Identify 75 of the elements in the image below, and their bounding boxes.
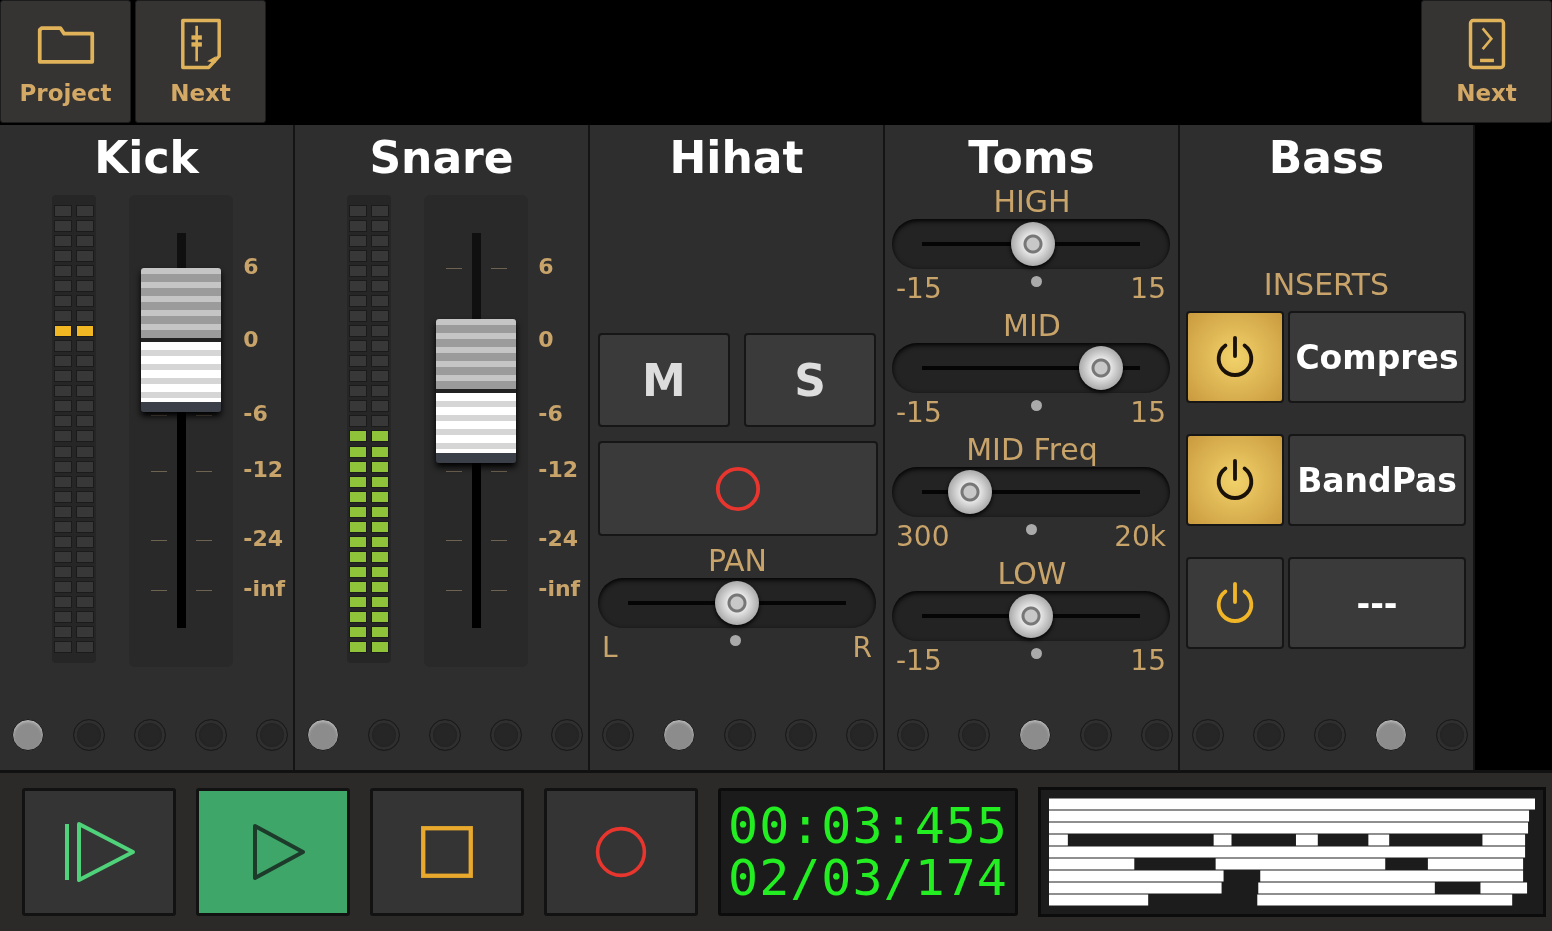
scale-label: -24	[538, 526, 578, 551]
circle-icon	[714, 464, 762, 513]
slider-knob[interactable]	[947, 470, 992, 514]
channel-name: Hihat	[668, 131, 805, 185]
eq-band-label: LOW	[996, 557, 1068, 591]
fader-knob[interactable]	[435, 319, 516, 463]
range-label: 15	[1130, 643, 1166, 677]
selector-dot[interactable]	[1019, 719, 1051, 751]
toolbar-button[interactable]: Next	[1421, 0, 1552, 123]
insert-effect-button[interactable]: ---	[1288, 557, 1466, 649]
record-icon	[594, 825, 648, 879]
scale-label: -12	[243, 457, 283, 482]
range-label: 20k	[1114, 519, 1166, 553]
mute-button[interactable]: M	[598, 333, 730, 427]
scale-label: -12	[538, 457, 578, 482]
solo-button[interactable]: S	[744, 333, 876, 427]
center-mark-icon	[1030, 647, 1042, 659]
scale-label: 0	[538, 327, 554, 352]
toolbar-button[interactable]: Next	[135, 0, 266, 123]
time-readout: 00:03:455	[728, 800, 1008, 852]
pan-slider[interactable]	[598, 578, 876, 628]
transport-button[interactable]	[22, 788, 176, 916]
power-toggle[interactable]	[1186, 434, 1284, 526]
scale-label: -inf	[243, 576, 286, 601]
selector-dot[interactable]	[12, 719, 44, 751]
insert-effect-button[interactable]: Compres	[1288, 311, 1466, 403]
range-label: -15	[896, 395, 942, 429]
range-label: -15	[896, 271, 942, 305]
slider-knob[interactable]	[1078, 346, 1123, 390]
channel-name: Bass	[1267, 131, 1386, 185]
scale-label: 0	[243, 327, 259, 352]
transport-button[interactable]	[544, 788, 698, 916]
eq-slider[interactable]	[892, 343, 1170, 393]
position-readout: 02/03/174	[728, 852, 1008, 904]
insert-effect-button[interactable]: BandPas	[1288, 434, 1466, 526]
eq-slider[interactable]	[892, 591, 1170, 641]
inserts-heading: INSERTS	[1262, 267, 1391, 304]
scale-label: 6	[243, 254, 259, 279]
range-label: 15	[1130, 271, 1166, 305]
slider-knob[interactable]	[715, 581, 759, 625]
fader-knob[interactable]	[140, 267, 221, 412]
slider-knob[interactable]	[1011, 222, 1056, 266]
eq-slider[interactable]	[892, 467, 1170, 517]
stop-icon	[420, 825, 474, 879]
eq-slider[interactable]	[892, 219, 1170, 269]
scale-label: -inf	[538, 576, 581, 601]
range-label: 300	[896, 519, 950, 553]
selector-dot[interactable]	[663, 719, 695, 751]
selector-dot[interactable]	[1375, 719, 1407, 751]
scale-label: -6	[243, 401, 268, 426]
channel-name: Kick	[93, 131, 201, 185]
channel-name: Snare	[368, 131, 515, 185]
toolbar-button[interactable]: Project	[0, 0, 131, 123]
eq-band-label: HIGH	[992, 185, 1072, 219]
range-label: -15	[896, 643, 942, 677]
range-label: 15	[1130, 395, 1166, 429]
range-label: L	[602, 630, 618, 664]
selector-dot[interactable]	[307, 719, 339, 751]
pan-label: PAN	[706, 544, 769, 578]
center-mark-icon	[1030, 399, 1042, 411]
channel-name: Toms	[967, 131, 1096, 185]
power-toggle[interactable]	[1186, 311, 1284, 403]
scale-label: -6	[538, 401, 563, 426]
slider-knob[interactable]	[1009, 594, 1053, 638]
eq-band-label: MID	[1002, 309, 1062, 343]
scale-label: -24	[243, 526, 283, 551]
center-mark-icon	[1030, 275, 1042, 287]
center-mark-icon	[1026, 523, 1038, 535]
transport-button[interactable]	[370, 788, 524, 916]
power-toggle[interactable]	[1186, 557, 1284, 649]
range-label: R	[852, 630, 872, 664]
transport-button[interactable]	[196, 788, 350, 916]
scale-label: 6	[538, 254, 554, 279]
center-mark-icon	[729, 634, 741, 646]
eq-band-label: MID Freq	[965, 433, 1099, 467]
